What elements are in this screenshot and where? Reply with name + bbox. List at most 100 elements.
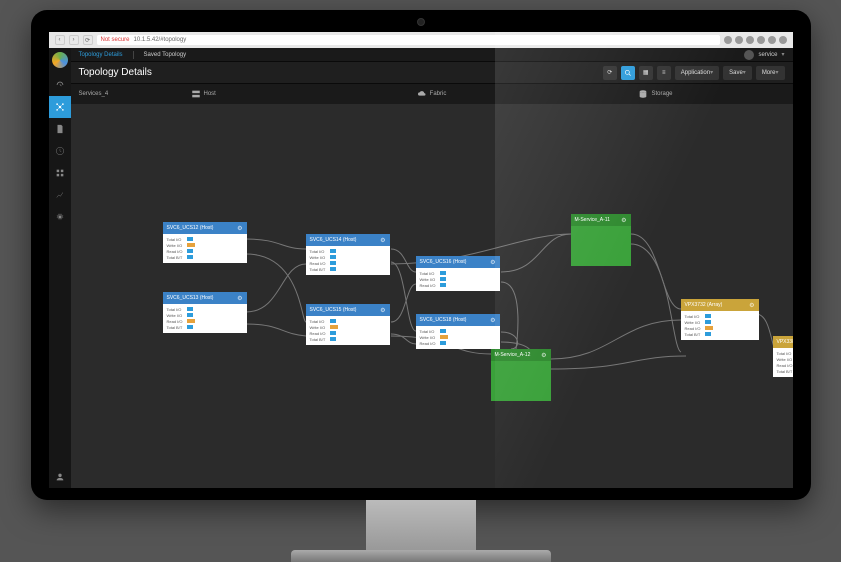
filter-button[interactable]: ≡ bbox=[657, 66, 671, 80]
browser-extensions bbox=[724, 36, 787, 44]
sidebar-item-dashboard[interactable] bbox=[49, 74, 71, 96]
metric-label: Total B/T bbox=[777, 369, 793, 374]
extension-icon[interactable] bbox=[724, 36, 732, 44]
sidebar-item-topology[interactable] bbox=[49, 96, 71, 118]
topology-canvas[interactable]: SVC6_UCS12 (Host)⚙ Total I/O Write I/O R… bbox=[71, 104, 793, 488]
back-button[interactable]: ‹ bbox=[55, 35, 65, 45]
chart-icon bbox=[55, 190, 65, 200]
app-logo[interactable] bbox=[52, 52, 68, 68]
gear-icon[interactable]: ⚙ bbox=[237, 225, 242, 232]
metric-label: Write I/O bbox=[167, 243, 183, 248]
node-metrics: Total I/O Write I/O Read I/O Total B/T bbox=[681, 311, 759, 340]
search-button[interactable] bbox=[621, 66, 635, 80]
title-bar: Topology Details ⟳ ▦ ≡ Application ▾ Sav… bbox=[71, 62, 793, 84]
breadcrumb-link[interactable]: Topology Details bbox=[79, 52, 123, 58]
node-metrics: Total I/O Write I/O Read I/O Total B/T bbox=[306, 246, 390, 275]
user-icon bbox=[55, 472, 65, 482]
host-node[interactable]: SVC6_UCS15 (Host)⚙ Total I/O Write I/O R… bbox=[306, 304, 390, 345]
gear-icon[interactable]: ⚙ bbox=[237, 295, 242, 302]
gear-icon[interactable]: ⚙ bbox=[541, 352, 546, 359]
chevron-down-icon: ▾ bbox=[743, 69, 746, 76]
address-bar[interactable]: Not secure 10.1.5.42/#topology bbox=[97, 35, 720, 45]
category-label: Storage bbox=[651, 91, 672, 97]
category-fabric[interactable]: Fabric bbox=[417, 89, 447, 99]
reload-button[interactable]: ⟳ bbox=[83, 35, 93, 45]
fabric-node[interactable]: M-Service_A-12 ⚙ bbox=[491, 349, 551, 401]
metric-label: Total B/T bbox=[167, 325, 183, 330]
host-node[interactable]: SVC6_UCS14 (Host) ⚙ Total I/O Write I/O R… bbox=[306, 234, 390, 275]
sidebar bbox=[49, 48, 71, 488]
host-node[interactable]: SVC6_UCS18 (Host)⚙ Total I/O Write I/O R… bbox=[416, 314, 500, 349]
url-text: 10.1.5.42/#topology bbox=[134, 37, 187, 43]
extension-icon[interactable] bbox=[768, 36, 776, 44]
node-metrics: Total I/O Write I/O Read I/O Total B/T bbox=[306, 316, 390, 345]
extension-icon[interactable] bbox=[735, 36, 743, 44]
gear-icon[interactable]: ⚙ bbox=[490, 317, 495, 324]
sidebar-item-alerts[interactable] bbox=[49, 140, 71, 162]
dropdown-label: Save bbox=[729, 70, 743, 76]
more-dropdown[interactable]: More ▾ bbox=[756, 66, 785, 80]
avatar[interactable] bbox=[744, 50, 754, 60]
sidebar-item-charts[interactable] bbox=[49, 184, 71, 206]
gear-icon[interactable]: ⚙ bbox=[749, 302, 754, 309]
layout-button[interactable]: ▦ bbox=[639, 66, 653, 80]
gear-icon[interactable]: ⚙ bbox=[621, 217, 626, 224]
entity-label[interactable]: Services_4 bbox=[79, 91, 109, 97]
storage-node[interactable]: VPX3732 (Array)⚙ Total I/O Write I/O Rea… bbox=[681, 299, 759, 340]
metric-label: Write I/O bbox=[420, 277, 436, 282]
metric-label: Read I/O bbox=[167, 249, 183, 254]
node-title: M-Service_A-12 bbox=[495, 352, 531, 358]
gear-icon bbox=[55, 212, 65, 222]
storage-node[interactable]: VPX3381 (Array)⚙ Total I/O Write I/O Rea… bbox=[773, 336, 793, 377]
save-dropdown[interactable]: Save ▾ bbox=[723, 66, 752, 80]
metric-label: Write I/O bbox=[685, 320, 701, 325]
refresh-button[interactable]: ⟳ bbox=[603, 66, 617, 80]
extension-icon[interactable] bbox=[746, 36, 754, 44]
breadcrumb: Topology Details Saved Topology service … bbox=[71, 48, 793, 62]
metric-value bbox=[440, 271, 496, 275]
node-metrics: Total I/O Write I/O Read I/O Total B/T bbox=[773, 348, 793, 377]
host-node[interactable]: SVC6_UCS13 (Host)⚙ Total I/O Write I/O R… bbox=[163, 292, 247, 333]
node-title: VPX3381 (Array) bbox=[777, 339, 793, 345]
metric-label: Total I/O bbox=[420, 329, 436, 334]
category-label: Host bbox=[204, 91, 216, 97]
sidebar-item-analytics[interactable] bbox=[49, 162, 71, 184]
metric-label: Total B/T bbox=[310, 337, 326, 342]
host-node[interactable]: SVC6_UCS12 (Host)⚙ Total I/O Write I/O R… bbox=[163, 222, 247, 263]
browser-menu-icon[interactable] bbox=[779, 36, 787, 44]
fabric-node[interactable]: M-Service_A-11⚙ bbox=[571, 214, 631, 266]
sidebar-item-user[interactable] bbox=[49, 466, 71, 488]
metric-value bbox=[705, 326, 755, 330]
gear-icon[interactable]: ⚙ bbox=[490, 259, 495, 266]
category-storage[interactable]: Storage bbox=[638, 89, 672, 99]
forward-button[interactable]: › bbox=[69, 35, 79, 45]
user-menu-label[interactable]: service bbox=[758, 52, 777, 58]
extension-icon[interactable] bbox=[757, 36, 765, 44]
gear-icon[interactable]: ⚙ bbox=[380, 237, 385, 244]
sidebar-item-settings[interactable] bbox=[49, 206, 71, 228]
metric-value bbox=[187, 243, 243, 247]
application-dropdown[interactable]: Application ▾ bbox=[675, 66, 719, 80]
metric-value bbox=[330, 261, 386, 265]
storage-icon bbox=[638, 89, 648, 99]
node-metrics: Total I/O Write I/O Read I/O Total B/T bbox=[163, 304, 247, 333]
metric-value bbox=[187, 237, 243, 241]
sidebar-item-reports[interactable] bbox=[49, 118, 71, 140]
metric-label: Read I/O bbox=[685, 326, 701, 331]
metric-label: Write I/O bbox=[310, 325, 326, 330]
node-metrics: Total I/O Write I/O Read I/O bbox=[416, 326, 500, 349]
host-node[interactable]: SVC6_UCS16 (Host)⚙ Total I/O Write I/O R… bbox=[416, 256, 500, 291]
document-icon bbox=[55, 124, 65, 134]
metric-value bbox=[440, 329, 496, 333]
metric-value bbox=[440, 283, 496, 287]
metric-value bbox=[440, 335, 496, 339]
category-host[interactable]: Host bbox=[191, 89, 216, 99]
metric-label: Total I/O bbox=[420, 271, 436, 276]
metric-value bbox=[440, 341, 496, 345]
gear-icon[interactable]: ⚙ bbox=[380, 307, 385, 314]
node-title: SVC6_UCS14 (Host) bbox=[310, 237, 357, 243]
metric-value bbox=[705, 320, 755, 324]
metric-label: Write I/O bbox=[310, 255, 326, 260]
metric-label: Write I/O bbox=[777, 357, 793, 362]
topology-icon bbox=[55, 102, 65, 112]
